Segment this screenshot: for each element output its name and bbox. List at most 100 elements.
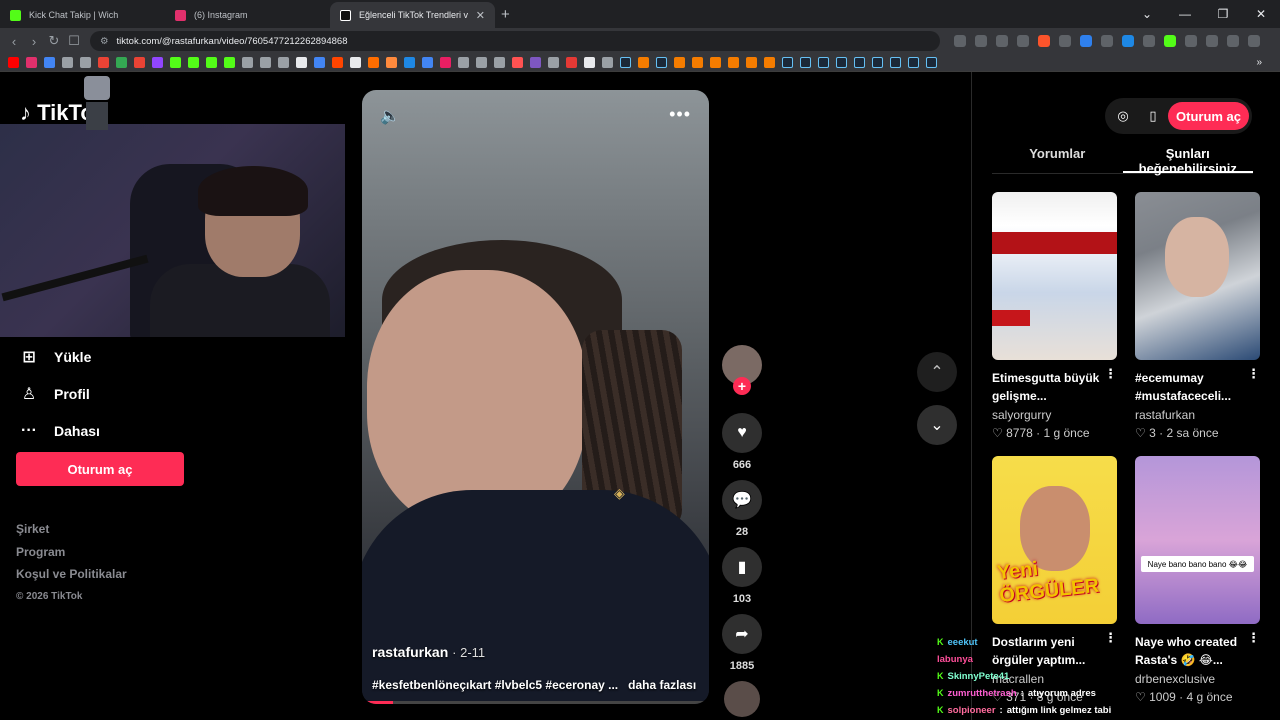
bookmark-icon[interactable] <box>458 57 469 68</box>
close-window-icon[interactable]: ✕ <box>1242 7 1280 21</box>
reload-icon[interactable]: ↻ <box>44 33 64 49</box>
bookmark-icon[interactable] <box>548 57 559 68</box>
bookmark-icon[interactable] <box>62 57 73 68</box>
card-more-icon[interactable]: ⋮ <box>1104 365 1117 383</box>
footer-link-company[interactable]: Şirket <box>16 518 127 541</box>
bookmark-icon[interactable] <box>80 57 91 68</box>
video-username[interactable]: rastafurkan <box>372 644 448 660</box>
compass-icon[interactable]: ◎ <box>1108 101 1138 131</box>
bookmark-icon[interactable] <box>440 57 451 68</box>
sidebar-item-more[interactable]: ··· Dahası <box>20 412 100 449</box>
menu-icon[interactable] <box>1248 35 1260 47</box>
video-hashtags[interactable]: #kesfetbenlöneçıkart #lvbelc5 #eceronay … <box>372 678 618 692</box>
footer-link-terms[interactable]: Koşul ve Politikalar <box>16 563 127 586</box>
video-card[interactable]: #ecemumay #mustafaceceli... ⋮ rastafurkan… <box>1135 192 1260 440</box>
video-card[interactable]: Etimesgutta büyük gelişme... ⋮ salyorgurr… <box>992 192 1117 440</box>
instagram-bookmark-icon[interactable] <box>26 57 37 68</box>
bookmark-icon[interactable] <box>386 57 397 68</box>
bookmark-icon[interactable] <box>674 57 685 68</box>
gmail-bookmark-icon[interactable] <box>98 57 109 68</box>
card-author[interactable]: salyorgurry <box>992 408 1117 422</box>
previous-video-button[interactable]: ⌃ <box>917 352 957 392</box>
video-thumbnail[interactable]: Yeni ÖRGÜLER <box>992 456 1117 624</box>
bookmark-page-icon[interactable]: ☐ <box>64 33 84 49</box>
forward-icon[interactable]: › <box>24 34 44 49</box>
card-more-icon[interactable]: ⋮ <box>1247 365 1260 383</box>
bookmark-icon[interactable] <box>584 57 595 68</box>
bookmark-icon[interactable] <box>242 57 253 68</box>
brave-shield-icon[interactable] <box>1038 35 1050 47</box>
kick-bookmark-icon[interactable] <box>170 57 181 68</box>
card-more-icon[interactable]: ⋮ <box>1247 629 1260 647</box>
extension-icon[interactable] <box>1059 35 1071 47</box>
tab-search-icon[interactable]: ⌄ <box>1128 7 1166 21</box>
tab-comments[interactable]: Yorumlar <box>992 146 1123 173</box>
bookmark-icon[interactable] <box>692 57 703 68</box>
bookmark-icon[interactable] <box>134 57 145 68</box>
video-player[interactable]: ◈ 🔈 ••• rastafurkan · 2-11 #kesfetbenlön… <box>362 90 709 704</box>
bookmark-icon[interactable] <box>476 57 487 68</box>
extension-icon[interactable] <box>1143 35 1155 47</box>
video-progress-bar[interactable] <box>362 701 709 704</box>
steam-bookmark-icon[interactable] <box>818 57 829 68</box>
folder-icon[interactable] <box>602 57 613 68</box>
twitch-bookmark-icon[interactable] <box>152 57 163 68</box>
extension-icon[interactable] <box>954 35 966 47</box>
bookmark-icon[interactable] <box>764 57 775 68</box>
steam-bookmark-icon[interactable] <box>620 57 631 68</box>
header-login-button[interactable]: Oturum aç <box>1168 102 1250 130</box>
steam-bookmark-icon[interactable] <box>908 57 919 68</box>
steam-bookmark-icon[interactable] <box>926 57 937 68</box>
bookmark-icon[interactable] <box>224 57 235 68</box>
extension-icon[interactable] <box>1080 35 1092 47</box>
steam-bookmark-icon[interactable] <box>656 57 667 68</box>
new-tab-button[interactable]: + <box>501 6 510 23</box>
next-video-button[interactable]: ⌄ <box>917 405 957 445</box>
phone-icon[interactable]: ▯ <box>1138 101 1168 131</box>
video-more-icon[interactable]: ••• <box>669 104 691 125</box>
footer-link-program[interactable]: Program <box>16 541 127 564</box>
share-button[interactable]: ➦ <box>722 614 762 654</box>
steam-bookmark-icon[interactable] <box>836 57 847 68</box>
bookmark-icon[interactable] <box>710 57 721 68</box>
video-thumbnail[interactable]: Naye bano bano bano 😂😂 <box>1135 456 1260 624</box>
kick-bookmark-icon[interactable] <box>206 57 217 68</box>
steam-bookmark-icon[interactable] <box>854 57 865 68</box>
sidebar-item-profile[interactable]: ♙ Profil <box>20 375 100 412</box>
extension-icon[interactable] <box>1185 35 1197 47</box>
browser-tab[interactable]: (6) Instagram <box>165 2 330 28</box>
share-page-icon[interactable] <box>1017 35 1029 47</box>
browser-tab[interactable]: Kick Chat Takip | Wich <box>0 2 165 28</box>
kick-bookmark-icon[interactable] <box>188 57 199 68</box>
close-tab-icon[interactable]: ✕ <box>476 9 485 22</box>
steam-bookmark-icon[interactable] <box>872 57 883 68</box>
sidebar-icon[interactable] <box>1206 35 1218 47</box>
bookmark-icon[interactable] <box>530 57 541 68</box>
music-disc-avatar[interactable] <box>724 681 760 717</box>
site-info-icon[interactable]: ⚙ <box>100 36 109 47</box>
volume-icon[interactable]: 🔈 <box>380 106 400 126</box>
video-thumbnail[interactable] <box>992 192 1117 360</box>
minimize-icon[interactable]: — <box>1166 7 1204 21</box>
bookmark-icon[interactable] <box>44 57 55 68</box>
like-button[interactable]: ♥ <box>722 413 762 453</box>
steam-bookmark-icon[interactable] <box>890 57 901 68</box>
bookmarks-overflow-icon[interactable]: » <box>1256 57 1262 68</box>
bookmark-icon[interactable] <box>566 57 577 68</box>
bookmark-icon[interactable] <box>728 57 739 68</box>
youtube-bookmark-icon[interactable] <box>8 57 19 68</box>
reddit-bookmark-icon[interactable] <box>332 57 343 68</box>
comment-button[interactable]: 💬 <box>722 480 762 520</box>
card-author[interactable]: drbenexclusive <box>1135 672 1260 686</box>
bookmark-icon[interactable] <box>422 57 433 68</box>
x-bookmark-icon[interactable] <box>296 57 307 68</box>
creator-avatar[interactable]: + <box>722 345 762 395</box>
video-thumbnail[interactable] <box>1135 192 1260 360</box>
follow-plus-icon[interactable]: + <box>733 377 751 395</box>
bookmark-icon[interactable] <box>278 57 289 68</box>
extension-icon[interactable] <box>1122 35 1134 47</box>
extension-icon[interactable] <box>1101 35 1113 47</box>
sidebar-item-upload[interactable]: ⊞ Yükle <box>20 338 100 375</box>
restore-icon[interactable]: ❐ <box>1204 7 1242 21</box>
bookmark-button[interactable]: ▮ <box>722 547 762 587</box>
